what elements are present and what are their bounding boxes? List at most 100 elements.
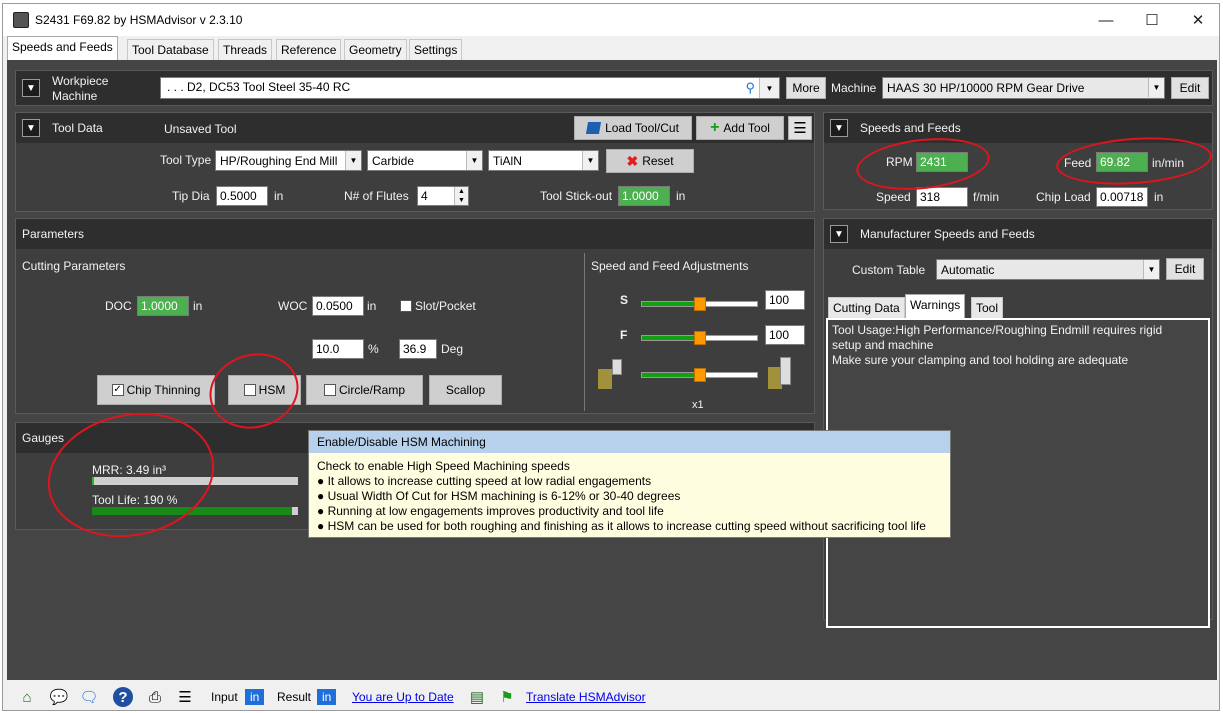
woc-percent-input[interactable]: 10.0 bbox=[312, 339, 364, 359]
short-tool-icon bbox=[598, 359, 628, 389]
multiplier-label: x1 bbox=[692, 399, 704, 411]
coating-select[interactable]: TiAlN ▼ bbox=[488, 150, 599, 171]
speed-adjust-input[interactable]: 100 bbox=[765, 290, 805, 310]
app-window: S2431 F69.82 by HSMAdvisor v 2.3.10 — ☐ … bbox=[2, 3, 1220, 711]
stickout-input[interactable]: 1.0000 bbox=[618, 186, 670, 206]
load-tool-label: Load Tool/Cut bbox=[605, 121, 679, 135]
menu-icon[interactable]: ☰ bbox=[788, 116, 812, 140]
chevron-down-icon: ▼ bbox=[466, 151, 482, 170]
result-units-badge[interactable]: in bbox=[317, 689, 337, 705]
slider-thumb[interactable] bbox=[693, 297, 706, 311]
translate-link[interactable]: Translate HSMAdvisor bbox=[526, 690, 646, 704]
custom-table-select[interactable]: Automatic ▼ bbox=[936, 259, 1160, 280]
tool-type-select[interactable]: HP/Roughing End Mill ▼ bbox=[215, 150, 362, 171]
manufacturer-title: Manufacturer Speeds and Feeds bbox=[860, 227, 1035, 241]
engagement-angle-input[interactable]: 36.9 bbox=[399, 339, 437, 359]
tip-dia-label: Tip Dia bbox=[172, 189, 210, 203]
collapse-chevron-icon[interactable]: ▼ bbox=[22, 119, 40, 137]
adjustments-title: Speed and Feed Adjustments bbox=[591, 259, 749, 273]
parameters-header: Parameters bbox=[16, 219, 814, 249]
slider-thumb[interactable] bbox=[693, 331, 706, 345]
update-status-link[interactable]: You are Up to Date bbox=[352, 690, 454, 704]
tooltip-line: ● HSM can be used for both roughing and … bbox=[317, 519, 926, 533]
workpiece-panel: ▼ Workpiece Machine . . . D2, DC53 Tool … bbox=[15, 70, 1213, 106]
speed-slider[interactable] bbox=[641, 297, 758, 311]
tab-cutting-data[interactable]: Cutting Data bbox=[828, 297, 905, 318]
print-icon[interactable]: ⎙ bbox=[145, 687, 165, 707]
speeds-feeds-title: Speeds and Feeds bbox=[860, 121, 961, 135]
stickout-slider[interactable] bbox=[641, 368, 758, 382]
tab-tool-database[interactable]: Tool Database bbox=[127, 39, 214, 60]
tool-type-value: HP/Roughing End Mill bbox=[220, 154, 338, 168]
flag-icon[interactable]: ⚑ bbox=[497, 687, 517, 707]
tab-geometry[interactable]: Geometry bbox=[344, 39, 407, 60]
chipload-value[interactable]: 0.00718 bbox=[1096, 187, 1148, 207]
woc-unit: in bbox=[367, 299, 377, 313]
slider-thumb[interactable] bbox=[693, 368, 706, 382]
doc-unit: in bbox=[193, 299, 203, 313]
tooltip-title: Enable/Disable HSM Machining bbox=[309, 431, 950, 453]
collapse-chevron-icon[interactable]: ▼ bbox=[22, 79, 40, 97]
status-bar: ⌂ 💬 🗨 ? ⎙ ☰ Input in Result in You are U… bbox=[3, 680, 1219, 710]
more-button[interactable]: More bbox=[786, 77, 826, 99]
tooltip-line: ● Usual Width Of Cut for HSM machining i… bbox=[317, 489, 681, 503]
speeds-feeds-content: ▼ Workpiece Machine . . . D2, DC53 Tool … bbox=[7, 60, 1217, 680]
reset-button[interactable]: ✖ Reset bbox=[606, 149, 694, 173]
circle-ramp-toggle[interactable]: Circle/Ramp bbox=[306, 375, 423, 405]
input-units-badge[interactable]: in bbox=[245, 689, 265, 705]
custom-table-value: Automatic bbox=[941, 263, 995, 277]
warnings-text: Tool Usage:High Performance/Roughing End… bbox=[832, 323, 1163, 367]
chevron-down-icon: ▼ bbox=[582, 151, 598, 170]
endmill-shape bbox=[780, 357, 791, 385]
parameters-title: Parameters bbox=[22, 227, 85, 241]
custom-table-edit-button[interactable]: Edit bbox=[1166, 258, 1204, 280]
stickout-label: Tool Stick-out bbox=[540, 189, 613, 203]
collapse-chevron-icon[interactable]: ▼ bbox=[830, 119, 848, 137]
material-search-input[interactable]: . . . D2, DC53 Tool Steel 35-40 RC ⚲ ▼ bbox=[160, 77, 780, 99]
minimize-button[interactable]: — bbox=[1083, 4, 1129, 36]
load-tool-button[interactable]: Load Tool/Cut bbox=[574, 116, 692, 140]
search-icon[interactable]: ⚲ bbox=[745, 80, 755, 96]
chip-thinning-toggle[interactable]: ✓ Chip Thinning bbox=[97, 375, 215, 405]
title-bar: S2431 F69.82 by HSMAdvisor v 2.3.10 — ☐ … bbox=[3, 4, 1219, 36]
woc-input[interactable]: 0.0500 bbox=[312, 296, 364, 316]
tool-type-label: Tool Type bbox=[160, 153, 212, 167]
machine-select[interactable]: HAAS 30 HP/10000 RPM Gear Drive ▼ bbox=[882, 77, 1165, 99]
chat-icon[interactable]: 🗨 bbox=[79, 687, 99, 707]
chip-thinning-label: Chip Thinning bbox=[126, 383, 201, 397]
chevron-down-icon[interactable]: ▼ bbox=[759, 78, 779, 98]
result-units-label: Result bbox=[277, 690, 312, 704]
maximize-button[interactable]: ☐ bbox=[1129, 4, 1175, 36]
tab-reference[interactable]: Reference bbox=[276, 39, 342, 60]
long-tool-icon bbox=[768, 357, 798, 389]
add-tool-button[interactable]: + Add Tool bbox=[696, 116, 784, 140]
tool-material-select[interactable]: Carbide ▼ bbox=[367, 150, 483, 171]
spin-arrows-icon[interactable]: ▲ ▼ bbox=[454, 187, 468, 205]
database-icon[interactable]: ▤ bbox=[467, 687, 487, 707]
flutes-stepper[interactable]: 4 ▲ ▼ bbox=[417, 186, 469, 206]
close-button[interactable]: ✕ bbox=[1175, 4, 1219, 36]
tooltip-line: Check to enable High Speed Machining spe… bbox=[317, 459, 570, 473]
machine-edit-button[interactable]: Edit bbox=[1171, 77, 1209, 99]
feed-adjust-input[interactable]: 100 bbox=[765, 325, 805, 345]
help-icon[interactable]: ? bbox=[113, 687, 133, 707]
slot-pocket-checkbox[interactable]: Slot/Pocket bbox=[400, 299, 476, 313]
input-units-label: Input bbox=[211, 690, 238, 704]
tab-threads[interactable]: Threads bbox=[218, 39, 273, 60]
collapse-chevron-icon[interactable]: ▼ bbox=[830, 225, 848, 243]
notes-icon[interactable]: ☰ bbox=[175, 687, 195, 707]
tab-warnings[interactable]: Warnings bbox=[905, 294, 966, 318]
speed-label: Speed bbox=[876, 190, 911, 204]
feed-slider[interactable] bbox=[641, 331, 758, 345]
forum-icon[interactable]: 💬 bbox=[49, 687, 69, 707]
doc-input[interactable]: 1.0000 bbox=[137, 296, 189, 316]
tooltip-line: ● Running at low engagements improves pr… bbox=[317, 504, 664, 518]
tab-tool[interactable]: Tool bbox=[971, 297, 1004, 318]
tab-settings[interactable]: Settings bbox=[409, 39, 463, 60]
scallop-button[interactable]: Scallop bbox=[429, 375, 502, 405]
speed-value[interactable]: 318 bbox=[916, 187, 968, 207]
tab-speeds-and-feeds[interactable]: Speeds and Feeds bbox=[7, 36, 118, 60]
window-title: S2431 F69.82 by HSMAdvisor v 2.3.10 bbox=[35, 13, 243, 27]
home-icon[interactable]: ⌂ bbox=[17, 687, 37, 707]
tip-dia-input[interactable]: 0.5000 bbox=[216, 186, 268, 206]
